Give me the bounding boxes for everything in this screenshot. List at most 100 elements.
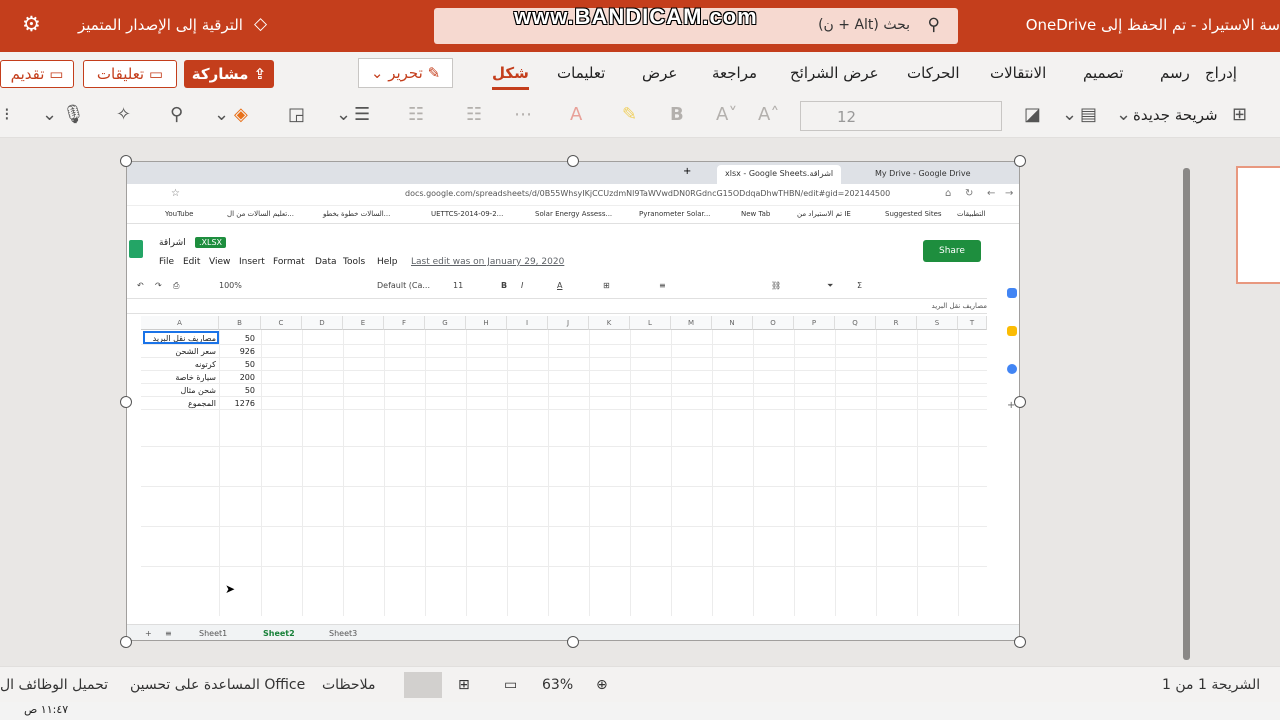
menu-file[interactable]: File <box>159 257 174 267</box>
slide-sorter-icon[interactable]: ⊞ <box>458 677 470 693</box>
browser-home-icon[interactable]: ⌂ <box>945 188 951 199</box>
settings-gear-icon[interactable]: ⚙ <box>22 12 41 36</box>
vertical-scrollbar[interactable] <box>1183 168 1190 660</box>
find-icon[interactable]: ⚲ <box>170 104 183 125</box>
help-improve-office[interactable]: المساعدة على تحسين Office <box>130 677 305 693</box>
grow-font-icon[interactable]: A˄ <box>758 104 779 125</box>
font-size-select-sheets[interactable]: 11 <box>453 281 463 290</box>
resize-handle-bottom-right[interactable] <box>1014 636 1026 648</box>
menu-tools[interactable]: Tools <box>343 257 365 267</box>
functions-icon-sheets[interactable]: Σ <box>857 281 862 290</box>
resize-handle-right[interactable] <box>1014 396 1026 408</box>
bookmark-youtube[interactable]: YouTube <box>165 210 193 218</box>
sheet-tab-2[interactable]: Sheet2 <box>263 629 295 638</box>
editing-mode-button[interactable]: ⌄ تحرير ✎ <box>358 58 453 88</box>
layout-icon[interactable]: ▤ <box>1080 104 1097 125</box>
bullets-icon[interactable]: ☷ <box>466 104 482 125</box>
menu-format[interactable]: Format <box>273 257 305 267</box>
print-icon[interactable]: ⎙ <box>173 281 179 291</box>
spreadsheet-grid[interactable]: A B C D E F G H I J K L M N O P Q R S T … <box>127 316 987 616</box>
font-family-select[interactable]: Default (Ca... <box>377 281 430 290</box>
bold-icon[interactable]: B <box>670 104 684 125</box>
bookmark-learn[interactable]: تعليم السالات من ال... <box>227 210 294 218</box>
format-background-icon[interactable]: ◪ <box>1024 104 1041 125</box>
column-header-i[interactable]: I <box>507 316 548 330</box>
bookmark-newtab[interactable]: New Tab <box>741 210 770 218</box>
tab-transitions[interactable]: الانتقالات <box>990 64 1046 82</box>
document-title[interactable]: سة الاستيراد - تم الحفظ إلى OneDrive <box>1026 16 1280 34</box>
highlight-icon[interactable]: ✎ <box>622 104 637 125</box>
dictate-dropdown-icon[interactable]: ⌄ <box>42 104 57 125</box>
column-header-a[interactable]: A <box>141 316 219 330</box>
comments-button[interactable]: تعليقات ▭ <box>83 60 177 88</box>
browser-tab-drive[interactable]: My Drive - Google Drive <box>867 165 979 184</box>
new-tab-icon[interactable]: + <box>683 166 691 177</box>
microphone-icon[interactable]: 🎙 <box>62 104 85 125</box>
shapes-icon[interactable]: ◲ <box>288 104 305 125</box>
column-header-o[interactable]: O <box>753 316 794 330</box>
column-header-g[interactable]: G <box>425 316 466 330</box>
bookmark-apps[interactable]: التطبيقات <box>957 210 985 218</box>
keep-icon[interactable] <box>1007 326 1017 336</box>
resize-handle-top[interactable] <box>567 155 579 167</box>
notes-button[interactable]: ملاحظات <box>322 677 375 693</box>
menu-help[interactable]: Help <box>377 257 398 267</box>
present-button[interactable]: تقديم ▭ <box>0 60 74 88</box>
more-icon[interactable]: ⋯ <box>514 104 532 125</box>
tab-view[interactable]: عرض <box>642 64 677 82</box>
tab-animations[interactable]: الحركات <box>907 64 960 82</box>
browser-tab-sheets[interactable]: xlsx - Google Sheets.اشراقة <box>717 165 842 184</box>
new-slide-icon[interactable]: ⊞ <box>1232 104 1247 125</box>
font-size-select[interactable]: 12 <box>800 101 1002 131</box>
zoom-level[interactable]: 63% <box>542 677 573 693</box>
bookmark-pyranometer[interactable]: Pyranometer Solar... <box>639 210 710 218</box>
browser-forward-icon[interactable]: → <box>1005 188 1013 199</box>
tab-review[interactable]: مراجعة <box>712 64 757 82</box>
add-sheet-icon[interactable]: + <box>145 629 152 638</box>
column-header-d[interactable]: D <box>302 316 343 330</box>
formula-bar[interactable]: مصاريف نقل البريد <box>127 298 987 314</box>
tab-draw[interactable]: رسم <box>1160 64 1190 82</box>
column-header-f[interactable]: F <box>384 316 425 330</box>
filter-icon-sheets[interactable]: ⏷ <box>827 281 833 291</box>
designer-icon[interactable]: ✧ <box>116 104 131 125</box>
column-header-l[interactable]: L <box>630 316 671 330</box>
column-header-k[interactable]: K <box>589 316 630 330</box>
column-header-c[interactable]: C <box>261 316 302 330</box>
menu-insert[interactable]: Insert <box>239 257 265 267</box>
link-icon-sheets[interactable]: ⛓ <box>771 281 781 290</box>
menu-edit[interactable]: Edit <box>183 257 200 267</box>
column-header-j[interactable]: J <box>548 316 589 330</box>
fit-to-window-icon[interactable]: ⊕ <box>596 677 608 693</box>
sheet-tab-1[interactable]: Sheet1 <box>199 629 227 638</box>
bold-icon-sheets[interactable]: B <box>501 281 507 290</box>
bookmark-solar[interactable]: Solar Energy Assess... <box>535 210 612 218</box>
upgrade-link[interactable]: الترقية إلى الإصدار المتميز <box>78 16 243 34</box>
tab-slideshow[interactable]: عرض الشرائح <box>790 64 879 82</box>
spreadsheet-name[interactable]: اشراقة <box>159 238 186 248</box>
layout-dropdown-icon[interactable]: ⌄ <box>1062 104 1077 125</box>
tab-design[interactable]: تصميم <box>1083 64 1123 82</box>
overflow-icon[interactable]: ⁝ <box>4 104 10 125</box>
numbering-icon[interactable]: ☷ <box>408 104 424 125</box>
all-sheets-icon[interactable]: ≡ <box>165 629 172 638</box>
zoom-select[interactable]: 100% <box>219 281 242 290</box>
resize-handle-left[interactable] <box>120 396 132 408</box>
column-header-r[interactable]: R <box>876 316 917 330</box>
resize-handle-bottom[interactable] <box>567 636 579 648</box>
calendar-icon[interactable] <box>1007 288 1017 298</box>
text-color-icon-sheets[interactable]: A <box>557 281 562 290</box>
column-header-n[interactable]: N <box>712 316 753 330</box>
column-header-t[interactable]: T <box>958 316 987 330</box>
bookmark-uettcs[interactable]: UETTCS-2014-09-2... <box>431 210 503 218</box>
resize-handle-top-left[interactable] <box>120 155 132 167</box>
shape-fill-icon[interactable]: ◈ <box>234 104 248 125</box>
last-edit-link[interactable]: Last edit was on January 29, 2020 <box>411 257 564 267</box>
embedded-screenshot[interactable]: My Drive - Google Drive xlsx - Google Sh… <box>126 161 1020 641</box>
share-button[interactable]: مشاركة ⇪ <box>184 60 274 88</box>
menu-data[interactable]: Data <box>315 257 337 267</box>
browser-url-bar[interactable]: ☆ docs.google.com/spreadsheets/d/0B55Whs… <box>127 184 1019 206</box>
new-slide-button[interactable]: شريحة جديدة <box>1133 106 1218 124</box>
sheet-tab-3[interactable]: Sheet3 <box>329 629 357 638</box>
column-header-q[interactable]: Q <box>835 316 876 330</box>
